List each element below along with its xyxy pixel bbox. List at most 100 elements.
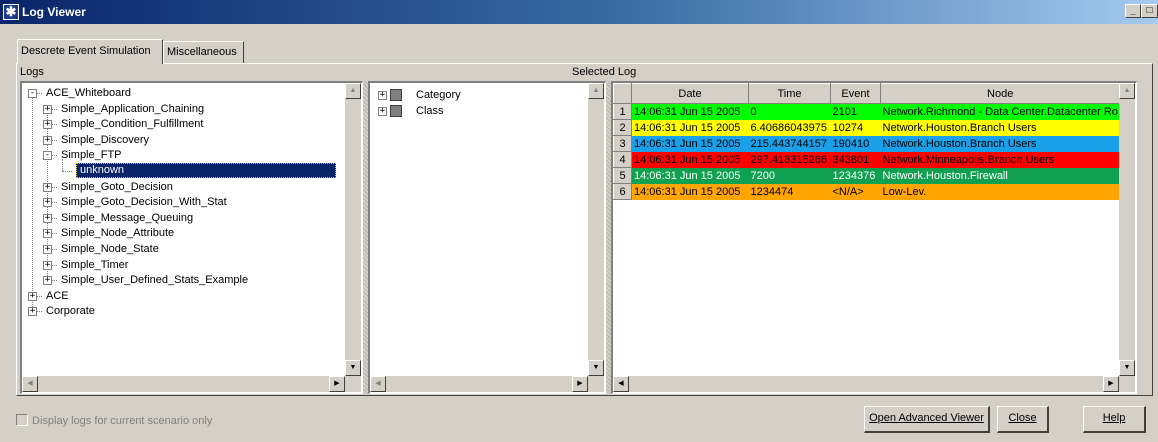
tree-item[interactable]: + Simple_Application_Chaining xyxy=(22,101,342,117)
expand-icon[interactable]: + xyxy=(28,307,37,317)
expand-icon[interactable]: + xyxy=(43,120,52,130)
column-header-node[interactable]: Node xyxy=(879,83,1121,104)
row-number[interactable]: 5 xyxy=(613,167,632,184)
scroll-left-button[interactable]: ◀ xyxy=(22,376,38,392)
cell-node[interactable]: Network.Houston.Branch Users xyxy=(880,119,1120,136)
collapse-icon[interactable]: - xyxy=(43,151,52,161)
cell-time[interactable]: 7200 xyxy=(748,167,831,184)
cell-node[interactable]: Network.Houston.Branch Users xyxy=(880,135,1120,152)
tree-item[interactable]: - Simple_FTP xyxy=(22,147,342,163)
row-number[interactable]: 6 xyxy=(613,183,632,200)
tree-item[interactable]: + Simple_Node_Attribute xyxy=(22,225,342,241)
scroll-left-button[interactable]: ◀ xyxy=(613,376,629,392)
filter-horizontal-scrollbar[interactable]: ◀ ▶ xyxy=(370,376,588,392)
tree-item[interactable]: + Corporate xyxy=(22,303,342,319)
cell-event[interactable]: 343801 xyxy=(830,151,881,168)
grid-vertical-scrollbar[interactable]: ▲ ▼ xyxy=(1119,83,1135,376)
tab-descrete-event-simulation[interactable]: Descrete Event Simulation xyxy=(17,39,163,64)
tree-item[interactable]: unknown xyxy=(22,163,342,179)
tree-item[interactable]: + Simple_User_Defined_Stats_Example xyxy=(22,272,342,288)
scenario-filter-checkbox-row[interactable]: Display logs for current scenario only xyxy=(16,414,212,427)
row-number[interactable]: 3 xyxy=(613,135,632,152)
expand-icon[interactable]: + xyxy=(43,276,52,286)
scroll-right-button[interactable]: ▶ xyxy=(329,376,345,392)
filter-item[interactable]: + Category xyxy=(370,87,580,103)
cell-date[interactable]: 14:06:31 Jun 15 2005 xyxy=(631,119,749,136)
tree-item-label-selected[interactable]: unknown xyxy=(76,163,336,178)
column-header-event[interactable]: Event xyxy=(830,83,881,104)
scroll-down-button[interactable]: ▼ xyxy=(588,360,604,376)
tree-item[interactable]: + ACE xyxy=(22,288,342,304)
close-button[interactable]: Close xyxy=(997,406,1049,433)
table-row[interactable]: 5 14:06:31 Jun 15 2005 7200 1234376 Network.… xyxy=(613,167,1120,184)
tree-item[interactable]: + Simple_Node_State xyxy=(22,241,342,257)
cell-node[interactable]: Network.Minneapolis.Branch Users xyxy=(880,151,1120,168)
title-bar[interactable]: ✱ Log Viewer _ □ xyxy=(0,0,1158,24)
filter-tree[interactable]: ▲ ▼ ◀ ▶ + Category + Class xyxy=(368,81,606,394)
logs-vertical-scrollbar[interactable]: ▲ ▼ xyxy=(345,83,361,376)
tree-item[interactable]: + Simple_Discovery xyxy=(22,132,342,148)
tree-item[interactable]: + Simple_Goto_Decision xyxy=(22,179,342,195)
scroll-right-button[interactable]: ▶ xyxy=(1103,376,1119,392)
column-header-time[interactable]: Time xyxy=(748,83,831,104)
cell-node[interactable]: Low-Lev. xyxy=(880,183,1120,200)
grid-horizontal-scrollbar[interactable]: ◀ ▶ xyxy=(613,376,1119,392)
table-row[interactable]: 4 14:06:31 Jun 15 2005 297.418315266 343801… xyxy=(613,151,1120,168)
logs-tree[interactable]: ▲ ▼ ◀ ▶ - ACE_Whiteboard + Simple_Applicati… xyxy=(20,81,363,394)
cell-time[interactable]: 215.443744157 xyxy=(748,135,831,152)
cell-time[interactable]: 6.40686043975 xyxy=(748,119,831,136)
cell-date[interactable]: 14:06:31 Jun 15 2005 xyxy=(631,103,749,120)
expand-icon[interactable]: + xyxy=(43,245,52,254)
maximize-button[interactable]: □ xyxy=(1141,4,1158,18)
scroll-down-button[interactable]: ▼ xyxy=(1119,360,1135,376)
expand-icon[interactable]: + xyxy=(43,135,52,145)
scroll-up-button[interactable]: ▲ xyxy=(1119,83,1135,99)
expand-icon[interactable]: + xyxy=(378,91,387,100)
cell-date[interactable]: 14:06:31 Jun 15 2005 xyxy=(631,151,749,168)
cell-time[interactable]: 1234474 xyxy=(748,183,831,200)
expand-icon[interactable]: + xyxy=(43,260,52,270)
row-number[interactable]: 1 xyxy=(613,103,632,120)
collapse-icon[interactable]: - xyxy=(28,89,37,98)
minimize-button[interactable]: _ xyxy=(1125,4,1141,18)
open-advanced-viewer-button[interactable]: Open Advanced Viewer xyxy=(864,406,990,433)
expand-icon[interactable]: + xyxy=(378,107,387,116)
cell-node[interactable]: Network.Houston.Firewall xyxy=(880,167,1120,184)
scenario-filter-checkbox[interactable] xyxy=(16,414,28,426)
expand-icon[interactable]: + xyxy=(43,229,52,239)
help-button[interactable]: Help xyxy=(1083,406,1146,433)
filter-item[interactable]: + Class xyxy=(370,103,580,119)
cell-date[interactable]: 14:06:31 Jun 15 2005 xyxy=(631,135,749,152)
cell-event[interactable]: 1234376 xyxy=(830,167,881,184)
expand-icon[interactable]: + xyxy=(43,182,52,192)
table-row[interactable]: 1 14:06:31 Jun 15 2005 0 2101 Network.Richmo… xyxy=(613,103,1120,120)
logs-horizontal-scrollbar[interactable]: ◀ ▶ xyxy=(22,376,345,392)
expand-icon[interactable]: + xyxy=(43,198,52,208)
scroll-up-button[interactable]: ▲ xyxy=(588,83,604,99)
tab-miscellaneous[interactable]: Miscellaneous xyxy=(163,41,244,63)
table-row[interactable]: 3 14:06:31 Jun 15 2005 215.443744157 190410… xyxy=(613,135,1120,152)
tree-item[interactable]: + Simple_Message_Queuing xyxy=(22,210,342,226)
cell-node[interactable]: Network.Richmond - Data Center.Datacente… xyxy=(880,103,1120,120)
cell-event[interactable]: 2101 xyxy=(830,103,881,120)
row-number[interactable]: 2 xyxy=(613,119,632,136)
scroll-up-button[interactable]: ▲ xyxy=(345,83,361,99)
cell-event[interactable]: <N/A> xyxy=(830,183,881,200)
tree-item[interactable]: + Simple_Condition_Fulfillment xyxy=(22,116,342,132)
cell-event[interactable]: 10274 xyxy=(830,119,881,136)
table-row[interactable]: 2 14:06:31 Jun 15 2005 6.40686043975 10274 N… xyxy=(613,119,1120,136)
cell-date[interactable]: 14:06:31 Jun 15 2005 xyxy=(631,183,749,200)
cell-time[interactable]: 297.418315266 xyxy=(748,151,831,168)
scroll-down-button[interactable]: ▼ xyxy=(345,360,361,376)
tree-item[interactable]: + Simple_Timer xyxy=(22,257,342,273)
expand-icon[interactable]: + xyxy=(43,104,52,114)
expand-icon[interactable]: + xyxy=(43,213,52,223)
table-row[interactable]: 6 14:06:31 Jun 15 2005 1234474 <N/A> Low-Lev… xyxy=(613,183,1120,200)
selected-log-grid[interactable]: Date Time Event Node 1 14:06:31 Jun 15 20… xyxy=(611,81,1137,394)
row-number[interactable]: 4 xyxy=(613,151,632,168)
scroll-left-button[interactable]: ◀ xyxy=(370,376,386,392)
expand-icon[interactable]: + xyxy=(28,291,37,301)
cell-time[interactable]: 0 xyxy=(748,103,831,120)
tree-item[interactable]: + Simple_Goto_Decision_With_Stat xyxy=(22,194,342,210)
grid-corner-header[interactable] xyxy=(613,83,632,104)
